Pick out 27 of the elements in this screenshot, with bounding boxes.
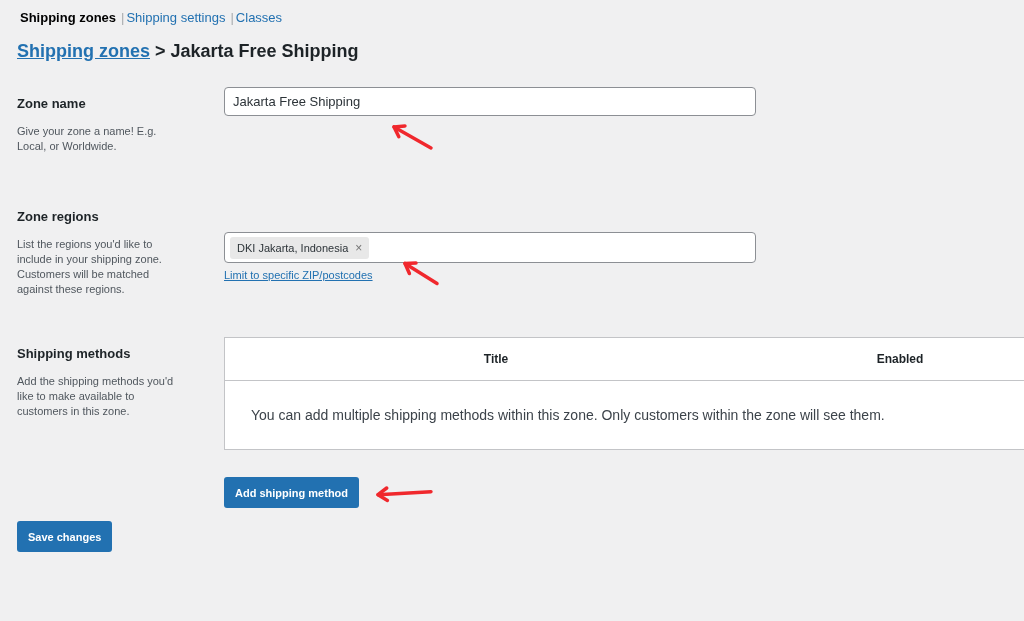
annotation-arrow-icon	[375, 485, 434, 504]
add-shipping-method-button[interactable]: Add shipping method	[224, 477, 360, 508]
annotation-arrow-icon	[391, 123, 434, 151]
separator: |	[121, 9, 125, 25]
region-select-field[interactable]: DKI Jakarta, Indonesia ×	[224, 232, 756, 263]
column-header: Title	[483, 352, 509, 366]
zone-name-field[interactable]: Jakarta Free Shipping	[224, 87, 756, 116]
column-header: Enabled	[876, 352, 924, 366]
field-label: Zone regions	[17, 209, 99, 224]
postcode-link[interactable]: Limit to specific ZIP/postcodes	[224, 269, 373, 281]
subnav-link[interactable]: Classes	[235, 9, 283, 25]
save-changes-button[interactable]: Save changes	[17, 521, 113, 552]
page-title: Jakarta Free Shipping	[170, 41, 359, 62]
separator: |	[230, 9, 234, 25]
field-description: List the regions you'd like to include in your shipping zone. Customers will be matched against these regions.	[17, 237, 163, 297]
empty-message: You can add multiple shipping methods within this zone. Only customers within the zone will see them.	[251, 407, 885, 423]
tag-label: DKI Jakarta, Indonesia	[237, 241, 349, 254]
field-label: Shipping methods	[17, 346, 131, 361]
annotation-arrow-icon	[402, 259, 440, 286]
remove-tag-button[interactable]: ×	[355, 240, 363, 255]
field-description: Give your zone a name! E.g. Local, or Worldwide.	[17, 124, 158, 154]
breadcrumb-link[interactable]: Shipping zones	[17, 41, 150, 62]
field-description: Add the shipping methods you'd like to make available to customers in this zone.	[17, 374, 175, 419]
field-label: Zone name	[17, 96, 86, 111]
subnav-link[interactable]: Shipping zones	[20, 9, 117, 25]
subnav-link[interactable]: Shipping settings	[126, 9, 226, 25]
breadcrumb-separator: >	[155, 41, 166, 62]
